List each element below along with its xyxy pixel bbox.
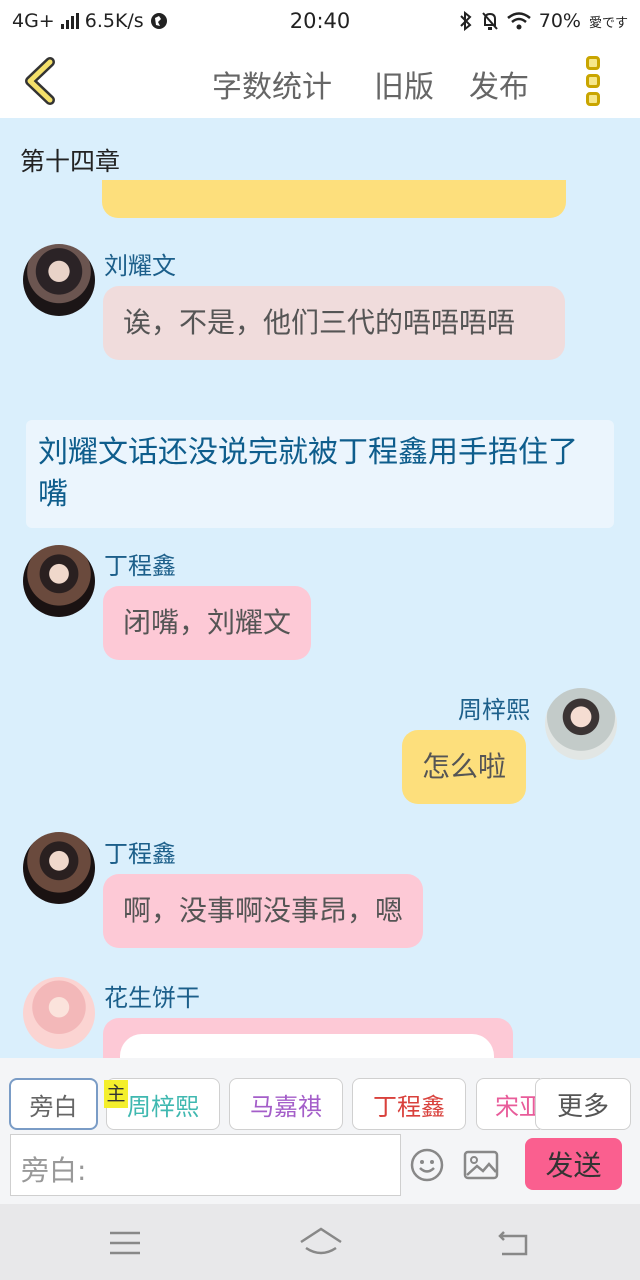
old-version-button[interactable]: 旧版	[374, 62, 434, 106]
top-toolbar: 字数统计 旧版 发布	[0, 44, 640, 118]
menu-dot-icon	[586, 74, 600, 88]
chip-label: 更多	[556, 1091, 609, 1122]
more-roles-button[interactable]: 更多	[535, 1078, 631, 1130]
menu-icon[interactable]	[108, 1230, 142, 1256]
speaker-name: 丁程鑫	[104, 552, 176, 580]
role-chip-ding-chengxin[interactable]: 丁程鑫	[352, 1078, 466, 1130]
more-menu-button[interactable]	[582, 56, 604, 106]
narration-block[interactable]: 刘耀文话还没说完就被丁程鑫用手捂住了嘴	[26, 420, 614, 528]
home-icon[interactable]	[298, 1226, 344, 1258]
message-bubble[interactable]: 啊，没事啊没事昂，嗯	[103, 874, 424, 948]
bluetooth-icon	[460, 11, 472, 31]
chip-label: 旁白	[29, 1092, 78, 1121]
battery-level: 70%	[538, 10, 581, 32]
wifi-icon	[506, 12, 531, 30]
chip-label: 丁程鑫	[373, 1092, 445, 1121]
status-bar: 4G+ 6.5K/s 20:40 70% 愛です	[0, 0, 640, 44]
image-icon[interactable]	[463, 1150, 499, 1180]
input-placeholder: 旁白:	[21, 1154, 87, 1187]
avatar[interactable]	[23, 545, 95, 617]
role-chip-song-ya[interactable]: 宋亚	[476, 1078, 540, 1130]
speaker-name: 丁程鑫	[104, 840, 176, 868]
chip-label: 马嘉祺	[250, 1092, 322, 1121]
emoji-icon[interactable]	[410, 1148, 444, 1182]
speaker-name: 周梓熙	[458, 696, 530, 724]
back-nav-icon[interactable]	[496, 1228, 532, 1258]
publish-button[interactable]: 发布	[469, 62, 529, 106]
message-bubble[interactable]: 怎么啦	[402, 730, 527, 804]
role-chip-narrator[interactable]: 旁白	[9, 1078, 98, 1130]
avatar[interactable]	[23, 977, 95, 1049]
chip-body: 宋亚	[476, 1078, 540, 1130]
role-chip-ma-jiaqi[interactable]: 马嘉祺	[229, 1078, 343, 1130]
word-count-button[interactable]: 字数统计	[212, 62, 332, 106]
chip-label: 宋亚	[495, 1092, 540, 1121]
menu-dot-icon	[586, 56, 600, 70]
chip-label: 周梓熙	[127, 1092, 199, 1121]
chapter-title: 第十四章	[20, 147, 121, 176]
menu-dot-icon	[586, 92, 600, 106]
send-button[interactable]: 发送	[525, 1138, 622, 1190]
speaker-name: 花生饼干	[104, 984, 200, 1012]
message-bubble[interactable]: 闭嘴，刘耀文	[103, 586, 312, 660]
message-bubble[interactable]: 诶，不是，他们三代的唔唔唔唔	[103, 286, 565, 360]
carrier-icon-text: 愛です	[588, 15, 628, 31]
avatar[interactable]	[545, 688, 617, 760]
speaker-name: 刘耀文	[104, 252, 176, 280]
chat-area[interactable]: 第十四章 刘耀文 诶，不是，他们三代的唔唔唔唔 刘耀文话还没说完就被丁程鑫用手捂…	[0, 118, 640, 1058]
input-panel: 旁白 周梓熙 主 马嘉祺 丁程鑫 宋亚 更多 旁白: 发送	[0, 1058, 640, 1204]
message-input[interactable]: 旁白:	[10, 1134, 401, 1196]
chevron-left-icon	[25, 57, 55, 105]
avatar[interactable]	[23, 832, 95, 904]
system-nav-bar	[0, 1204, 640, 1280]
avatar[interactable]	[23, 244, 95, 316]
main-role-badge: 主	[104, 1080, 128, 1108]
mute-bell-icon	[481, 12, 498, 30]
previous-message-bubble	[102, 180, 566, 218]
back-button[interactable]	[18, 56, 64, 106]
status-right: 70% 愛です	[459, 10, 628, 32]
card-content	[120, 1034, 494, 1058]
